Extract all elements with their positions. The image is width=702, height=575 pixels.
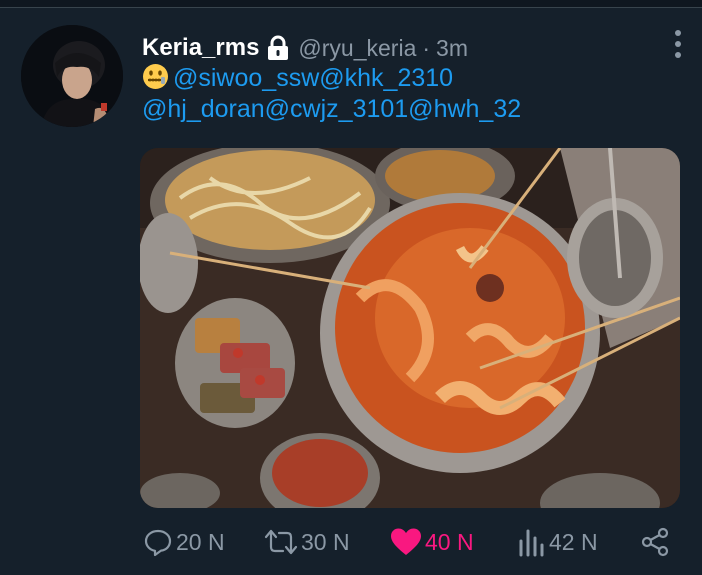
mentions-line-1[interactable]: @siwoo_ssw@khk_2310 (173, 64, 453, 92)
food-photo-illustration (140, 148, 680, 508)
zipper-mouth-emoji-icon (143, 64, 168, 89)
top-divider (0, 0, 702, 8)
retweet-count: 30 N (301, 528, 350, 555)
display-name[interactable]: Keria_rms (142, 34, 259, 62)
lock-icon (268, 35, 289, 60)
tweet-text: @siwoo_ssw@khk_2310 @hj_doran@cwjz_3101@… (142, 63, 521, 125)
views-button[interactable]: 42 N (518, 520, 598, 564)
like-button[interactable]: 40 N (390, 520, 474, 564)
retweet-button[interactable]: 30 N (264, 520, 350, 564)
like-count: 40 N (425, 528, 474, 555)
tweet-photo[interactable] (140, 148, 680, 508)
share-icon (641, 527, 669, 557)
views-count: 42 N (549, 528, 598, 555)
separator: · (422, 34, 431, 61)
views-icon (519, 529, 544, 557)
timestamp[interactable]: 3m (436, 35, 468, 62)
handle[interactable]: @ryu_keria (298, 35, 416, 62)
reply-button[interactable]: 20 N (143, 520, 225, 564)
reply-icon (144, 529, 172, 557)
mentions-line-2[interactable]: @hj_doran@cwjz_3101@hwh_32 (142, 94, 521, 125)
reply-count: 20 N (176, 528, 225, 555)
heart-icon (391, 528, 421, 555)
retweet-icon (264, 529, 298, 555)
tweet-text-line-1: @siwoo_ssw@khk_2310 (142, 63, 521, 94)
share-button[interactable] (640, 520, 673, 564)
avatar[interactable] (21, 25, 123, 127)
tweet-header: Keria_rms @ryu_keria · 3m (142, 32, 468, 64)
tweet-actions: 20 N 30 N 40 N 42 N (0, 520, 702, 564)
more-icon[interactable] (668, 30, 688, 58)
